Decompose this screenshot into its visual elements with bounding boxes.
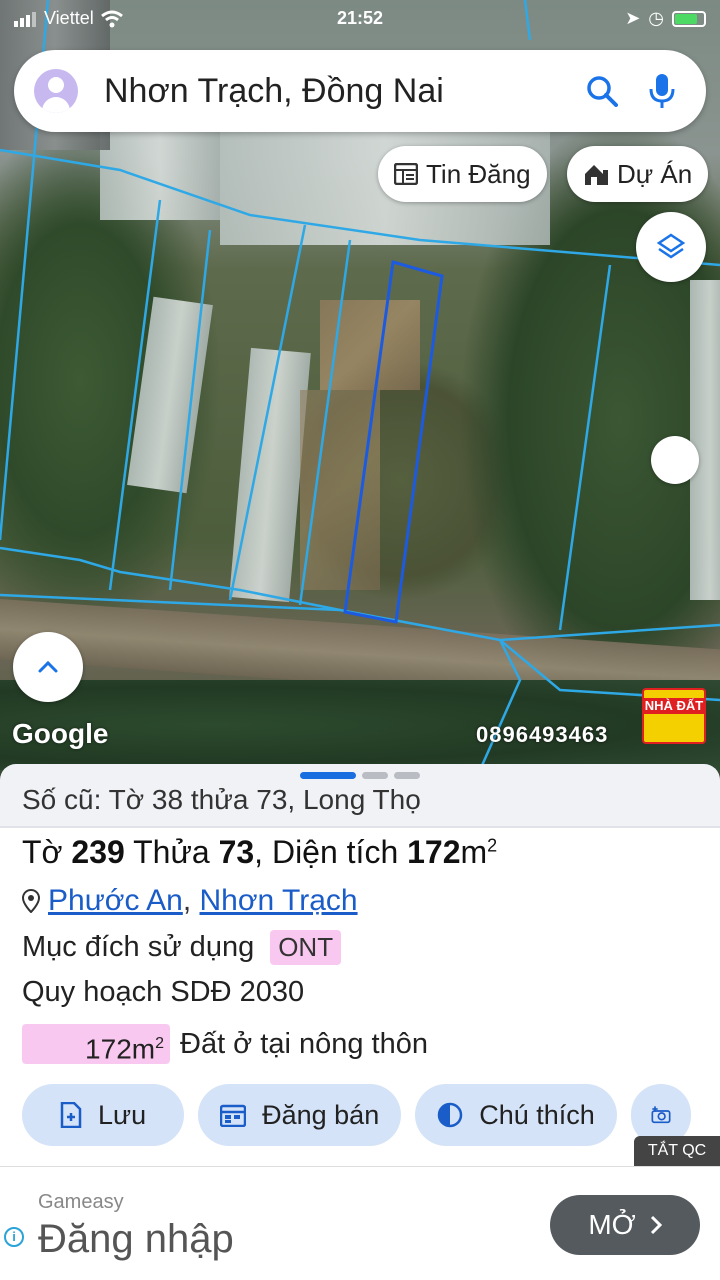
land-use-badge: ONT	[270, 930, 342, 965]
layers-button[interactable]	[636, 212, 706, 282]
nha-dat-logo[interactable]: NHÀ ĐẤT	[642, 688, 706, 744]
district-link[interactable]: Nhơn Trạch	[200, 884, 358, 917]
legend-button[interactable]: Chú thích	[415, 1084, 617, 1146]
land-use-row: Mục đích sử dụng ONT	[22, 930, 342, 965]
chevron-up-icon	[38, 660, 58, 673]
plan-area-row: 172m2 Đất ở tại nông thôn	[22, 1024, 428, 1064]
sheet-number: 239	[71, 834, 125, 870]
plot-number: 73	[218, 834, 255, 870]
expand-button[interactable]	[13, 632, 83, 702]
chevron-right-icon	[650, 1215, 662, 1235]
newspaper-icon	[394, 163, 418, 185]
close-ad-button[interactable]: TẮT QC	[634, 1136, 720, 1166]
search-icon[interactable]	[582, 71, 622, 111]
location-pin-icon	[22, 889, 40, 913]
ad-banner[interactable]: i Gameasy Đăng nhập MỞ	[0, 1166, 720, 1280]
news-chip-label: Tin Đăng	[426, 158, 531, 189]
clock: 21:52	[336, 8, 384, 28]
plan-label: Quy hoạch SDĐ 2030	[22, 976, 305, 1008]
add-photo-icon	[651, 1106, 671, 1124]
ad-brand: Gameasy	[38, 1191, 124, 1213]
sheet-handle[interactable]	[300, 772, 420, 779]
calendar-icon	[220, 1104, 247, 1127]
contrast-icon	[437, 1102, 463, 1128]
microphone-icon[interactable]	[642, 71, 682, 111]
layers-icon	[656, 233, 686, 259]
news-chip[interactable]: Tin Đăng	[378, 146, 547, 202]
old-parcel-ref: Số cũ: Tờ 38 thửa 73, Long Thọ	[22, 784, 421, 815]
add-file-icon	[60, 1102, 82, 1128]
ward-link[interactable]: Phước An	[48, 884, 183, 917]
save-button[interactable]: Lưu	[22, 1084, 185, 1146]
battery-icon	[672, 10, 706, 27]
ad-open-button[interactable]: MỞ	[550, 1195, 700, 1255]
projects-chip-label: Dự Án	[617, 158, 693, 189]
info-icon[interactable]: i	[4, 1227, 24, 1247]
projects-chip[interactable]: Dự Án	[567, 146, 709, 202]
plan-area-box: 172m2	[22, 1024, 170, 1064]
search-bar[interactable]: Nhơn Trạch, Đồng Nai	[14, 50, 706, 132]
google-logo: Google	[12, 718, 109, 749]
area-value: 172	[407, 834, 461, 870]
status-bar: Viettel 21:52 ➤ ◷	[0, 0, 720, 36]
plan-area-desc: Đất ở tại nông thôn	[180, 1027, 428, 1060]
action-row: Lưu Đăng bán Chú thích	[22, 1084, 691, 1146]
parcel-location: Phước An, Nhơn Trạch	[22, 884, 358, 918]
ad-title: Đăng nhập	[38, 1217, 234, 1261]
avatar[interactable]	[34, 69, 78, 113]
house-icon	[585, 165, 608, 185]
location-arrow-icon: ➤	[625, 8, 641, 28]
map-dot-button[interactable]	[651, 436, 699, 484]
rotation-lock-icon: ◷	[648, 8, 664, 28]
search-query[interactable]: Nhơn Trạch, Đồng Nai	[104, 72, 582, 111]
post-sale-button[interactable]: Đăng bán	[198, 1084, 402, 1146]
parcel-title: Tờ 239 Thửa 73, Diện tích 172m2	[22, 834, 498, 870]
contact-phone[interactable]: 0896493463	[476, 722, 608, 748]
land-use-label: Mục đích sử dụng	[22, 931, 255, 963]
logo-text: NHÀ ĐẤT	[644, 698, 704, 714]
